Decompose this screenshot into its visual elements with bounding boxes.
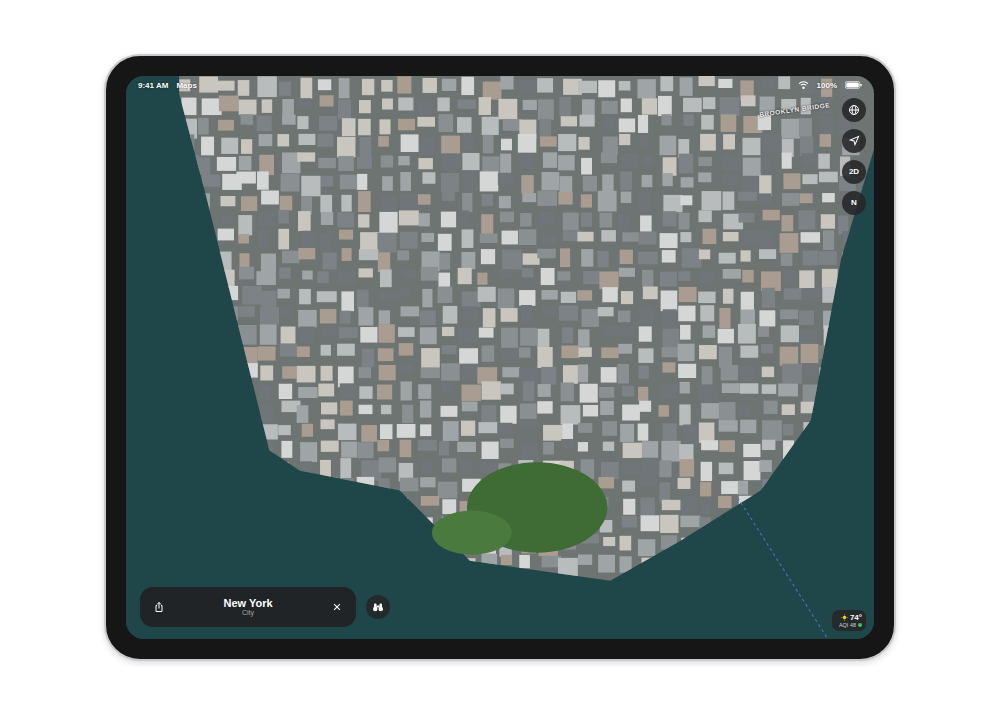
aqi-text: AQI 48 (839, 622, 856, 628)
battery-icon (845, 81, 862, 89)
status-left: 9:41 AM Maps (138, 81, 197, 90)
ipad-device: BROOKLYN BRIDGE9:41 AMMaps100%2DNNew Yor… (104, 54, 896, 661)
battery-percent: 100% (817, 81, 837, 90)
status-app: Maps (176, 81, 196, 90)
aqi-dot (858, 623, 862, 627)
water (126, 76, 874, 639)
maps-screen: BROOKLYN BRIDGE9:41 AMMaps100%2DNNew Yor… (126, 76, 874, 639)
land (179, 76, 874, 581)
temperature: 74° (850, 613, 862, 622)
buildings (176, 76, 863, 579)
place-subtitle: City (242, 609, 254, 616)
sun-icon (841, 614, 848, 621)
share-icon (153, 601, 165, 613)
weather-temp: 74° (841, 613, 862, 622)
status-bar: 9:41 AM Maps 100% (138, 81, 862, 90)
close-icon (332, 602, 342, 612)
weather-aqi: AQI 48 (839, 622, 862, 628)
view-mode-button[interactable]: 2D (842, 160, 866, 184)
place-card[interactable]: New YorkCity (140, 587, 356, 627)
status-time: 9:41 AM (138, 81, 168, 90)
map-style-button[interactable] (842, 98, 866, 122)
look-around-button[interactable] (366, 595, 390, 619)
location-arrow-icon (849, 135, 860, 146)
compass-button[interactable]: N (842, 191, 866, 215)
page: BROOKLYN BRIDGE9:41 AMMaps100%2DNNew Yor… (0, 0, 1000, 714)
place-info: New YorkCity (176, 597, 320, 616)
wifi-icon (798, 81, 809, 89)
map-controls: 2D N (842, 98, 866, 215)
status-right: 100% (798, 81, 862, 90)
close-button[interactable] (328, 598, 346, 616)
globe-icon (848, 104, 860, 116)
location-button[interactable] (842, 129, 866, 153)
binoculars-icon (372, 601, 384, 613)
share-button[interactable] (150, 598, 168, 616)
ferry-route (738, 497, 828, 639)
weather-widget: 74°AQI 48 (832, 610, 866, 631)
map-3d-view[interactable] (126, 76, 874, 639)
place-title: New York (223, 597, 272, 609)
park (432, 510, 512, 554)
